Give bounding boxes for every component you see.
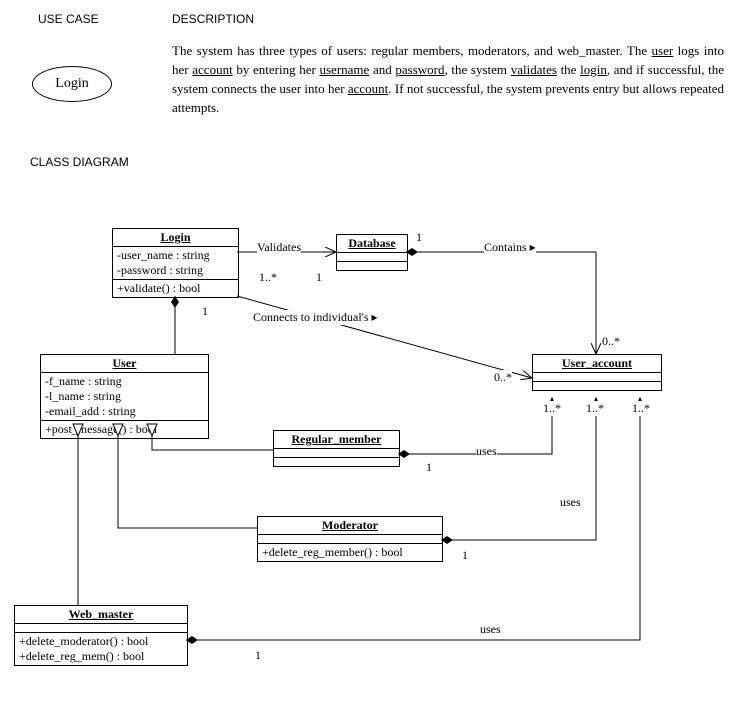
mult-wm-ua-1m: 1..*	[632, 401, 650, 416]
usecase-login-label: Login	[55, 76, 88, 92]
class-user-title: User	[41, 355, 208, 373]
class-user: User -f_name : string -l_name : string -…	[40, 354, 209, 439]
mult-connects-0m: 0..*	[494, 370, 512, 385]
class-useraccount-title: User_account	[533, 355, 661, 373]
rel-connects: Connects to individual's ▸	[253, 310, 378, 325]
mult-rm-ua-1m: 1..*	[543, 401, 561, 416]
class-webmaster-title: Web_master	[15, 606, 187, 624]
section-description: DESCRIPTION	[172, 12, 254, 26]
class-webmaster: Web_master +delete_moderator() : bool +d…	[14, 605, 188, 666]
class-login-title: Login	[113, 229, 238, 247]
mult-mod-1: 1	[462, 548, 468, 563]
mult-login-db-1m: 1..*	[259, 270, 277, 285]
usecase-login: Login	[32, 66, 112, 102]
mult-contains-0m: 0..*	[602, 334, 620, 349]
section-usecase: USE CASE	[38, 12, 99, 26]
class-regularmember: Regular_member	[273, 430, 400, 467]
rel-uses-mod: uses	[560, 495, 581, 510]
rel-uses-wm: uses	[480, 622, 501, 637]
mult-db-contains-1: 1	[416, 230, 422, 245]
mult-wm-1: 1	[255, 648, 261, 663]
mult-db-login-1: 1	[316, 270, 322, 285]
rel-validates: Validates	[257, 240, 301, 255]
mult-login-connects-1: 1	[202, 304, 208, 319]
rel-uses-rm: uses	[476, 444, 497, 459]
class-login: Login -user_name : string -password : st…	[112, 228, 239, 298]
section-classdiagram: CLASS DIAGRAM	[30, 155, 129, 169]
class-useraccount: User_account	[532, 354, 662, 391]
class-database: Database	[336, 234, 408, 271]
rel-contains: Contains ▸	[484, 240, 536, 255]
class-moderator-title: Moderator	[258, 517, 442, 535]
description-text: The system has three types of users: reg…	[172, 42, 724, 117]
mult-mod-ua-1m: 1..*	[586, 401, 604, 416]
class-database-title: Database	[337, 235, 407, 253]
mult-rm-1: 1	[426, 460, 432, 475]
class-regularmember-title: Regular_member	[274, 431, 399, 449]
class-moderator: Moderator +delete_reg_member() : bool	[257, 516, 443, 562]
